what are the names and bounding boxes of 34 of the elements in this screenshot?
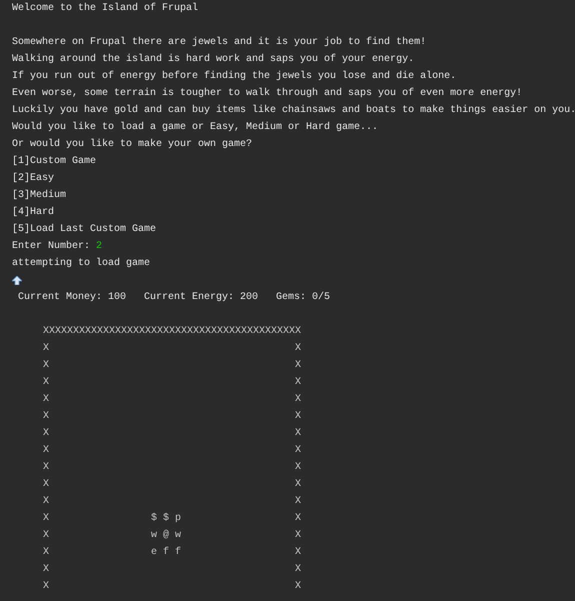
map-row-text: X X (42, 580, 302, 594)
map-row-text: X X (42, 359, 302, 373)
entered-number-text: 2 (96, 240, 102, 254)
intro-text: Or would you like to make your own game? (12, 138, 252, 152)
intro-text: If you run out of energy before finding the jewels you lose and die alone. (12, 70, 456, 84)
menu-option: [3]Medium (12, 187, 66, 204)
intro-text: Somewhere on Frupal there are jewels and it is your job to find them! (12, 36, 426, 50)
game-stats: Current Money: 100 Current Energy: 200 Gems: 0/5 (17, 290, 330, 305)
map-row-text: X $ $ p X (42, 512, 302, 526)
status-message: attempting to load game (12, 256, 150, 271)
welcome-title: Welcome to the Island of Frupal (12, 2, 198, 16)
intro-text: Luckily you have gold and can buy items like chainsaws and boats to make things easier on you. (12, 104, 575, 118)
map-row-text: X X (42, 342, 302, 356)
map-row-text: X X (42, 444, 302, 458)
intro-text: Would you like to load a game or Easy, Medium or Hard game... (12, 120, 378, 135)
map-border: XXXXXXXXXXXXXXXXXXXXXXXXXXXXXXXXXXXXXXXXXXX (42, 325, 302, 339)
map-row-text: X X (42, 563, 302, 577)
prompt-label: Enter Number: (12, 240, 90, 254)
map-row-text: X X (42, 478, 302, 492)
menu-option: [4]Hard (12, 204, 54, 221)
intro-text: Even worse, some terrain is tougher to walk through and saps you of even more energy! (12, 86, 522, 101)
map-row-text: X X (42, 393, 302, 407)
map-row-text: X X (42, 427, 302, 441)
map-row-text: X X (42, 495, 302, 509)
menu-option: [5]Load Last Custom Game (12, 221, 156, 238)
intro-text: Walking around the island is hard work and saps you of your energy. (12, 52, 414, 67)
menu-option: [2]Easy (12, 170, 54, 187)
map-row-text: X e f f X (42, 546, 302, 560)
map-row-text: X w @ w X (42, 528, 302, 543)
arrow-up-icon (12, 276, 22, 285)
map-row-text: X X (42, 410, 302, 424)
map-row-text: X X (42, 376, 302, 390)
menu-option: [1]Custom Game (12, 153, 96, 170)
map-row-text: X X (42, 461, 302, 475)
